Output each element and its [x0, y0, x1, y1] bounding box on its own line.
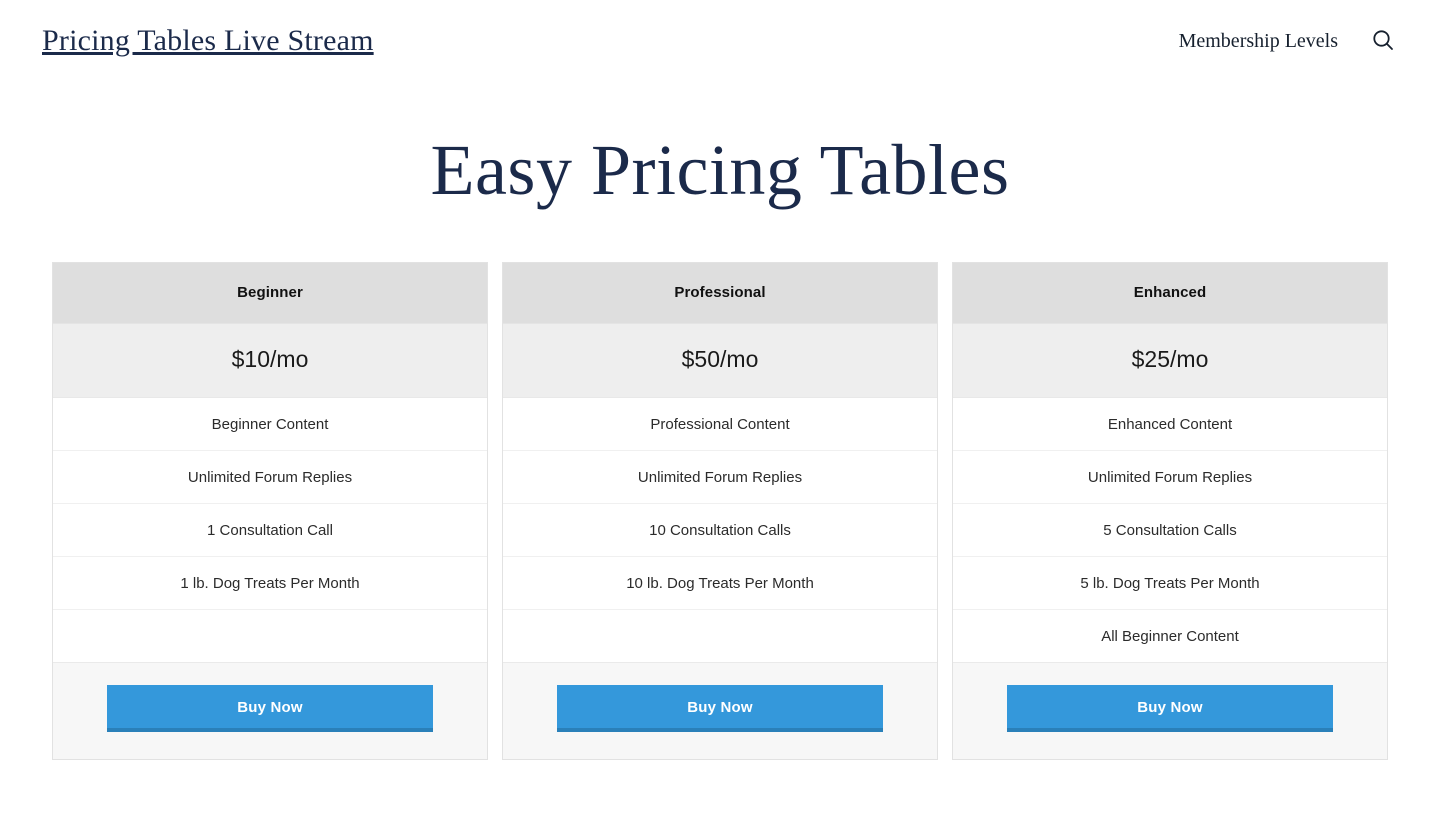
- feature-item: Beginner Content: [53, 397, 487, 450]
- feature-item: 1 Consultation Call: [53, 503, 487, 556]
- buy-now-button[interactable]: Buy Now: [107, 685, 433, 732]
- plan-price: $10/mo: [53, 323, 487, 397]
- feature-list: Professional Content Unlimited Forum Rep…: [503, 397, 937, 662]
- pricing-column-beginner: Beginner $10/mo Beginner Content Unlimit…: [52, 262, 488, 760]
- feature-item: 10 lb. Dog Treats Per Month: [503, 556, 937, 609]
- page-title: Easy Pricing Tables: [430, 130, 1010, 210]
- feature-item: 5 Consultation Calls: [953, 503, 1387, 556]
- plan-footer: Buy Now: [503, 662, 937, 759]
- pricing-column-professional: Professional $50/mo Professional Content…: [502, 262, 938, 760]
- feature-item: 1 lb. Dog Treats Per Month: [53, 556, 487, 609]
- site-header: Pricing Tables Live Stream Membership Le…: [0, 0, 1440, 82]
- feature-item: Unlimited Forum Replies: [503, 450, 937, 503]
- pricing-table: Beginner $10/mo Beginner Content Unlimit…: [0, 262, 1440, 760]
- main-content: Easy Pricing Tables Beginner $10/mo Begi…: [0, 134, 1440, 760]
- feature-item: Professional Content: [503, 397, 937, 450]
- feature-item: 5 lb. Dog Treats Per Month: [953, 556, 1387, 609]
- feature-list: Beginner Content Unlimited Forum Replies…: [53, 397, 487, 662]
- plan-footer: Buy Now: [53, 662, 487, 759]
- site-title[interactable]: Pricing Tables Live Stream: [42, 24, 374, 58]
- plan-name: Beginner: [53, 263, 487, 323]
- header-nav: Membership Levels: [1179, 24, 1400, 58]
- feature-item: All Beginner Content: [953, 609, 1387, 662]
- feature-item: Unlimited Forum Replies: [53, 450, 487, 503]
- nav-link-membership-levels[interactable]: Membership Levels: [1179, 30, 1338, 53]
- feature-item: 10 Consultation Calls: [503, 503, 937, 556]
- plan-name: Enhanced: [953, 263, 1387, 323]
- plan-footer: Buy Now: [953, 662, 1387, 759]
- feature-item: [503, 609, 937, 662]
- feature-list: Enhanced Content Unlimited Forum Replies…: [953, 397, 1387, 662]
- search-button[interactable]: [1366, 24, 1400, 58]
- plan-price: $50/mo: [503, 323, 937, 397]
- search-icon: [1371, 28, 1395, 55]
- feature-item: Unlimited Forum Replies: [953, 450, 1387, 503]
- feature-item: Enhanced Content: [953, 397, 1387, 450]
- pricing-column-enhanced: Enhanced $25/mo Enhanced Content Unlimit…: [952, 262, 1388, 760]
- feature-item: [53, 609, 487, 662]
- buy-now-button[interactable]: Buy Now: [1007, 685, 1333, 732]
- plan-name: Professional: [503, 263, 937, 323]
- buy-now-button[interactable]: Buy Now: [557, 685, 883, 732]
- plan-price: $25/mo: [953, 323, 1387, 397]
